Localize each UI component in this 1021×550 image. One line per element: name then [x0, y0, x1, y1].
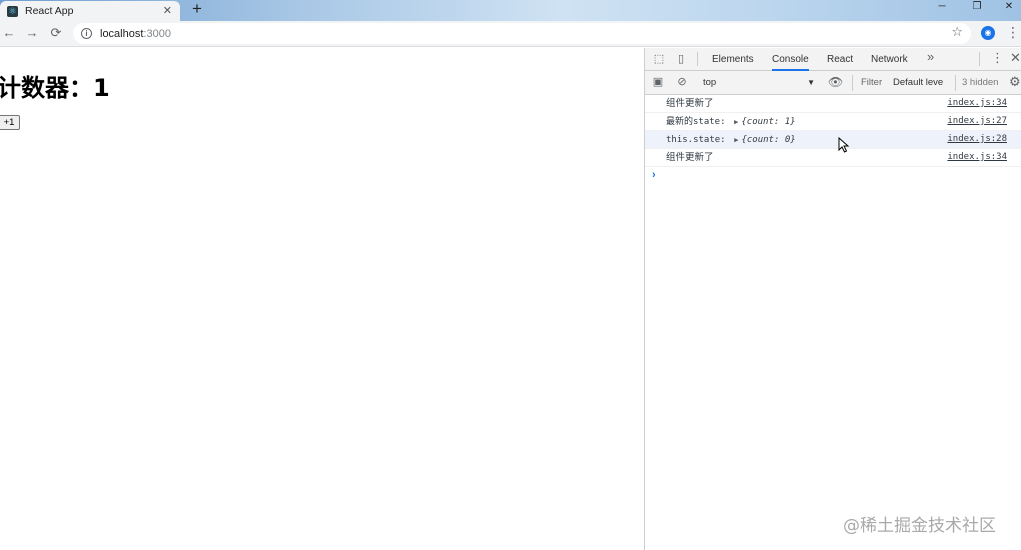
- log-object-preview[interactable]: ▶ {count: 0}: [734, 135, 795, 145]
- site-info-icon[interactable]: i: [81, 28, 92, 39]
- back-icon[interactable]: ←: [0, 24, 18, 42]
- increment-button[interactable]: +1: [0, 115, 20, 130]
- log-object-preview[interactable]: ▶ {count: 1}: [734, 117, 795, 127]
- restore-button[interactable]: ❐: [960, 0, 994, 14]
- console-log-row[interactable]: 最新的state: ▶ {count: 1} index.js:27: [645, 113, 1021, 131]
- page-viewport: 计数器：1 +1: [0, 48, 644, 550]
- console-log-row[interactable]: 组件更新了 index.js:34: [645, 149, 1021, 167]
- log-message: 组件更新了: [666, 152, 714, 163]
- devtools-panel: ⬚ ▯ Elements Console React Network » ⋮ ✕…: [644, 48, 1021, 550]
- url-port: :3000: [143, 27, 171, 40]
- log-message: 组件更新了: [666, 98, 714, 109]
- reload-icon[interactable]: ⟳: [47, 24, 65, 42]
- clear-console-icon[interactable]: ⊘: [675, 75, 689, 89]
- tab-network[interactable]: Network: [871, 48, 908, 71]
- watermark: @稀土掘金技术社区: [843, 516, 996, 536]
- url-host: localhost: [100, 27, 144, 40]
- log-object-value: {count: 0}: [741, 135, 796, 145]
- forward-icon[interactable]: →: [23, 24, 41, 42]
- tab-react[interactable]: React: [827, 48, 853, 71]
- browser-menu-icon[interactable]: ⋮: [1006, 24, 1020, 41]
- console-filterbar: ▣ ⊘ top ▼ 👁 Filter Default leve 3 hidden…: [645, 71, 1021, 95]
- tab-close-icon[interactable]: ✕: [163, 4, 172, 17]
- context-selector[interactable]: top ▼: [703, 75, 815, 91]
- prompt-chevron-icon: ›: [652, 169, 656, 181]
- tab-console[interactable]: Console: [772, 48, 809, 71]
- log-object-value: {count: 1}: [741, 117, 796, 127]
- more-tabs-icon[interactable]: »: [927, 49, 934, 64]
- console-prompt[interactable]: ›: [645, 167, 1021, 183]
- browser-toolbar: ← → ⟳ i localhost:3000 ☆ ◉ ⋮: [0, 21, 1021, 47]
- minimize-button[interactable]: ─: [925, 0, 959, 14]
- address-bar[interactable]: i localhost:3000 ☆: [73, 23, 971, 44]
- close-window-button[interactable]: ✕: [992, 0, 1021, 14]
- inspect-element-icon[interactable]: ⬚: [652, 52, 666, 66]
- mouse-cursor-icon: [838, 137, 850, 153]
- console-log-row[interactable]: this.state: ▶ {count: 0} index.js:28: [645, 131, 1021, 149]
- expand-caret-icon[interactable]: ▶: [734, 136, 738, 144]
- bookmark-star-icon[interactable]: ☆: [951, 24, 963, 40]
- log-levels-dropdown[interactable]: Default leve: [893, 75, 943, 91]
- log-source-link[interactable]: index.js:34: [947, 149, 1007, 166]
- browser-tab[interactable]: ⚛ React App ✕: [0, 1, 180, 21]
- tab-elements[interactable]: Elements: [712, 48, 754, 71]
- counter-heading: 计数器：1: [0, 74, 110, 102]
- window-titlebar: ⚛ React App ✕ + ─ ❐ ✕: [0, 0, 1021, 21]
- console-messages: 组件更新了 index.js:34 最新的state: ▶ {count: 1} …: [645, 95, 1021, 183]
- device-toolbar-icon[interactable]: ▯: [674, 52, 688, 66]
- console-log-row[interactable]: 组件更新了 index.js:34: [645, 95, 1021, 113]
- extension-icon[interactable]: ◉: [981, 26, 995, 40]
- log-source-link[interactable]: index.js:27: [947, 113, 1007, 130]
- sidebar-toggle-icon[interactable]: ▣: [651, 75, 665, 89]
- console-filter-input[interactable]: Filter: [852, 75, 887, 91]
- context-value: top: [703, 77, 717, 88]
- live-expression-eye-icon[interactable]: 👁: [828, 75, 843, 90]
- log-source-link[interactable]: index.js:28: [947, 131, 1007, 148]
- log-source-link[interactable]: index.js:34: [947, 95, 1007, 112]
- dropdown-arrow-icon: ▼: [807, 78, 815, 87]
- expand-caret-icon[interactable]: ▶: [734, 118, 738, 126]
- devtools-tabbar: ⬚ ▯ Elements Console React Network » ⋮ ✕: [645, 48, 1021, 71]
- hidden-messages-count: 3 hidden: [955, 75, 998, 91]
- devtools-divider: [979, 52, 980, 66]
- devtools-close-icon[interactable]: ✕: [1010, 50, 1021, 66]
- react-favicon-icon: ⚛: [7, 5, 18, 17]
- log-message: this.state:: [666, 135, 726, 145]
- tab-title: React App: [25, 5, 74, 17]
- devtools-menu-icon[interactable]: ⋮: [991, 50, 1004, 66]
- console-settings-gear-icon[interactable]: ⚙: [1009, 74, 1021, 90]
- devtools-divider: [697, 52, 698, 66]
- log-message: 最新的state:: [666, 117, 726, 127]
- new-tab-button[interactable]: +: [188, 0, 206, 20]
